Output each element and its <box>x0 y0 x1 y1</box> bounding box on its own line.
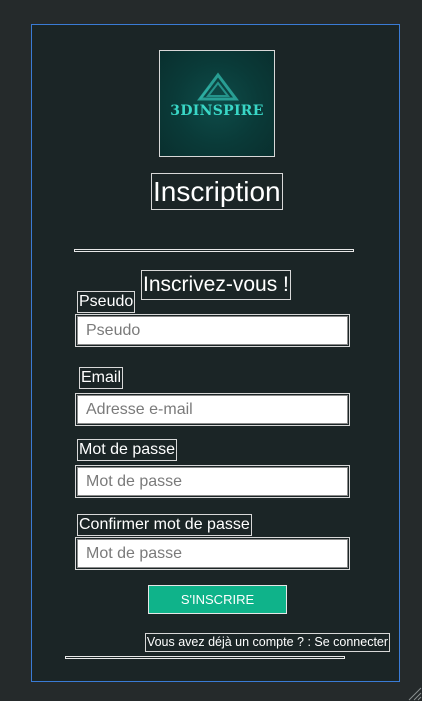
email-input[interactable] <box>75 393 350 426</box>
password-input[interactable] <box>75 465 350 498</box>
pseudo-input[interactable] <box>75 314 350 347</box>
triangle-logo-icon <box>197 72 239 101</box>
confirm-password-label: Confirmer mot de passe <box>77 514 252 536</box>
brand-logo: 3DINSPIRE <box>159 50 275 157</box>
divider-top <box>74 249 354 252</box>
signup-button[interactable]: S'INSCRIRE <box>148 585 287 614</box>
logo-text: 3DINSPIRE <box>170 103 264 119</box>
form-subtitle: Inscrivez-vous ! <box>141 270 291 300</box>
email-label: Email <box>79 367 124 389</box>
signup-card: 3DINSPIRE Inscription Inscrivez-vous ! P… <box>31 24 400 682</box>
page-title: Inscription <box>151 173 283 210</box>
confirm-password-input[interactable] <box>75 537 350 570</box>
divider-bottom <box>65 656 345 659</box>
pseudo-label: Pseudo <box>77 291 136 313</box>
login-link[interactable]: Vous avez déjà un compte ? : Se connecte… <box>145 633 390 652</box>
password-label: Mot de passe <box>77 439 178 461</box>
resize-grip-icon[interactable] <box>404 683 422 701</box>
